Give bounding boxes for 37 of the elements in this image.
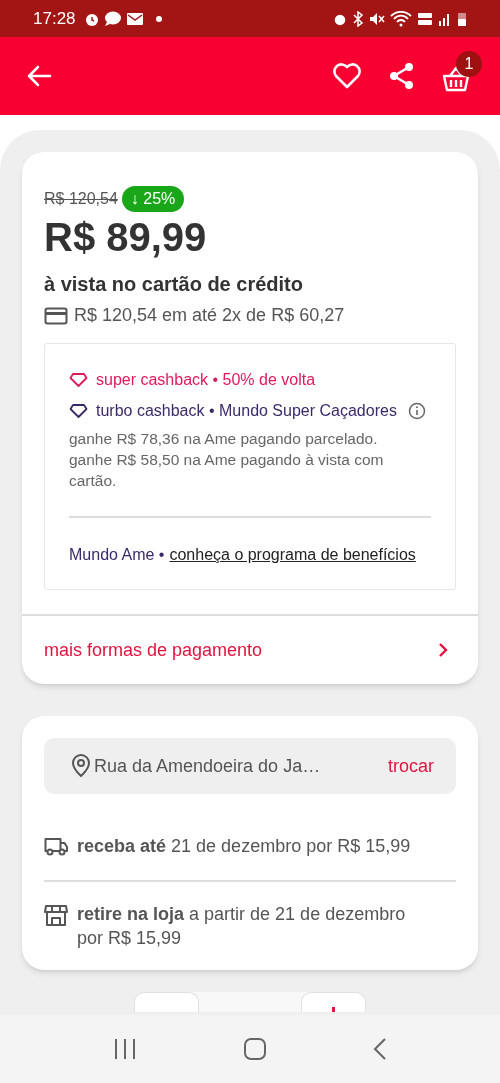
current-price: R$ 89,99 xyxy=(44,214,208,261)
store-icon xyxy=(44,904,69,926)
signal-icon xyxy=(438,11,452,26)
heart-icon[interactable] xyxy=(332,63,362,89)
recent-apps-icon[interactable] xyxy=(113,1038,137,1060)
program-label: Mundo Ame • xyxy=(69,545,165,565)
delivery-option: retire na loja a partir de 21 de dezembro por R$ 15,99 xyxy=(77,902,417,950)
more-payment-link[interactable]: mais formas de pagamento xyxy=(44,636,263,664)
program-link[interactable]: conheça o programa de benefícios xyxy=(169,543,416,567)
change-address-button[interactable]: trocar xyxy=(388,752,434,780)
share-icon[interactable] xyxy=(388,62,416,90)
more-payment-row[interactable]: mais formas de pagamento xyxy=(22,614,478,684)
installments-text: R$ 120,54 em até 2x de R$ 60,27 xyxy=(74,304,345,327)
cashback-offer: turbo cashback • Mundo Super Caçadores xyxy=(96,401,397,421)
bluetooth-icon xyxy=(352,10,364,27)
chevron-right-icon xyxy=(438,642,448,658)
address-text: Rua da Amendoeira do Ja… xyxy=(94,754,321,778)
back-icon[interactable] xyxy=(373,1037,387,1061)
delivery-option: receba até 21 de dezembro por R$ 15,99 xyxy=(77,834,411,858)
home-icon[interactable] xyxy=(243,1037,267,1061)
battery-icon xyxy=(457,10,467,27)
cashback-note: ganhe R$ 78,36 na Ame pagando parcelado. xyxy=(69,429,379,449)
discount-badge: ↓ 25% xyxy=(121,186,185,212)
cart-count-badge: 1 xyxy=(456,51,482,77)
payment-condition: à vista no cartão de crédito xyxy=(44,272,304,297)
mail-icon xyxy=(125,10,144,27)
cashback-offer: super cashback • 50% de volta xyxy=(96,370,316,390)
status-time: 17:28 xyxy=(33,7,76,30)
location-pin-icon xyxy=(71,754,91,778)
old-price: R$ 120,54 xyxy=(44,189,118,209)
back-arrow-icon[interactable] xyxy=(26,65,52,87)
wifi-icon xyxy=(390,10,412,27)
truck-icon xyxy=(44,836,69,858)
cashback-note: ganhe R$ 58,50 na Ame pagando à vista com cartão. xyxy=(69,450,385,491)
dot-icon xyxy=(155,15,162,22)
credit-card-icon xyxy=(44,306,68,325)
chat-icon xyxy=(103,10,122,27)
